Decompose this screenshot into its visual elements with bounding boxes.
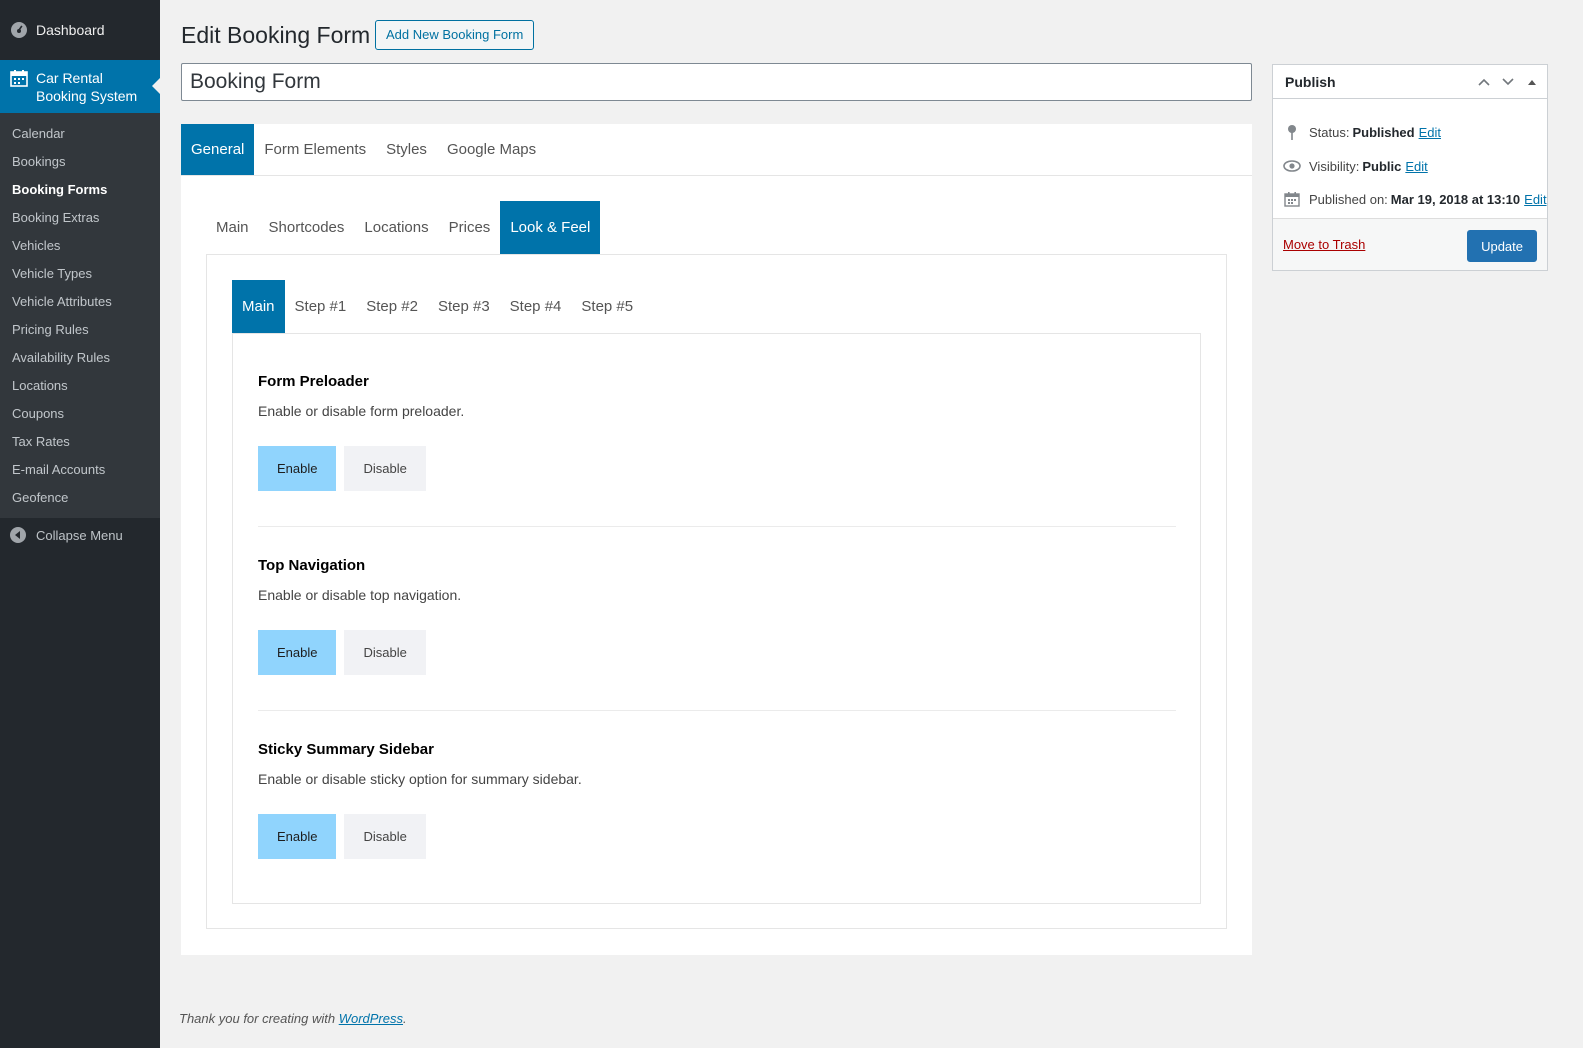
step-tab-main[interactable]: Main xyxy=(232,280,285,333)
collapse-menu-button[interactable]: Collapse Menu xyxy=(0,518,160,552)
enable-button[interactable]: Enable xyxy=(258,446,337,491)
enable-button[interactable]: Enable xyxy=(258,814,337,859)
published-value: Mar 19, 2018 at 13:10 xyxy=(1390,191,1521,207)
menu-item-dashboard[interactable]: Dashboard xyxy=(0,0,160,60)
step-tab-2[interactable]: Step #2 xyxy=(356,280,428,333)
look-and-feel-tabs: Main Step #1 Step #2 Step #3 Step #4 Ste… xyxy=(232,280,643,333)
pin-icon xyxy=(1283,123,1301,141)
subtab-look-and-feel[interactable]: Look & Feel xyxy=(500,201,601,254)
admin-footer: Thank you for creating with WordPress. xyxy=(179,1011,407,1026)
wordpress-link[interactable]: WordPress xyxy=(339,1011,403,1026)
status-label: Status: xyxy=(1309,124,1350,140)
status-edit-link[interactable]: Edit xyxy=(1419,125,1441,140)
submenu-item-coupons[interactable]: Coupons xyxy=(0,400,160,428)
tab-styles[interactable]: Styles xyxy=(376,124,437,175)
submenu-item-tax-rates[interactable]: Tax Rates xyxy=(0,428,160,456)
footer-end: . xyxy=(403,1011,407,1026)
submenu-item-pricing-rules[interactable]: Pricing Rules xyxy=(0,316,160,344)
option-top-navigation: Top Navigation Enable or disable top nav… xyxy=(258,556,1176,675)
collapse-arrow-icon xyxy=(10,527,26,543)
step-tab-4[interactable]: Step #4 xyxy=(500,280,572,333)
visibility-value: Public xyxy=(1362,158,1402,174)
footer-text: Thank you for creating with xyxy=(179,1011,339,1026)
option-title: Sticky Summary Sidebar xyxy=(258,741,434,758)
menu-item-car-rental[interactable]: Car Rental Booking System xyxy=(0,60,160,113)
post-title-input[interactable] xyxy=(181,63,1252,101)
option-title: Top Navigation xyxy=(258,557,366,574)
submenu-item-booking-extras[interactable]: Booking Extras xyxy=(0,204,160,232)
disable-button[interactable]: Disable xyxy=(344,446,426,491)
calendar-icon xyxy=(1283,190,1301,208)
step-tab-1[interactable]: Step #1 xyxy=(285,280,357,333)
main-options-box: Form Preloader Enable or disable form pr… xyxy=(232,333,1201,904)
visibility-edit-link[interactable]: Edit xyxy=(1405,159,1427,174)
update-button[interactable]: Update xyxy=(1467,230,1537,262)
tab-general[interactable]: General xyxy=(181,124,255,175)
menu-label-dashboard: Dashboard xyxy=(36,22,105,38)
submenu-item-geofence[interactable]: Geofence xyxy=(0,484,160,512)
disable-button[interactable]: Disable xyxy=(344,630,426,675)
chevron-down-icon[interactable] xyxy=(1499,73,1517,91)
subtab-shortcodes[interactable]: Shortcodes xyxy=(259,201,355,254)
submenu-item-booking-forms[interactable]: Booking Forms xyxy=(0,176,160,204)
collapse-menu-label: Collapse Menu xyxy=(36,527,123,543)
publish-controls xyxy=(1475,73,1541,91)
calendar-icon xyxy=(10,69,28,87)
option-description: Enable or disable form preloader. xyxy=(258,403,465,419)
divider xyxy=(258,526,1176,527)
publish-box: Publish Status: Published Edit Visibilit… xyxy=(1272,64,1548,271)
toggle-group: Enable Disable xyxy=(258,446,1176,491)
add-new-booking-form-button[interactable]: Add New Booking Form xyxy=(375,20,535,50)
status-value: Published xyxy=(1352,124,1415,140)
toggle-group: Enable Disable xyxy=(258,630,1176,675)
toggle-triangle-icon[interactable] xyxy=(1523,73,1541,91)
tab-form-elements[interactable]: Form Elements xyxy=(254,124,376,175)
published-edit-link[interactable]: Edit xyxy=(1524,192,1546,207)
subtab-locations[interactable]: Locations xyxy=(354,201,438,254)
general-subtabs: Main Shortcodes Locations Prices Look & … xyxy=(206,201,601,254)
visibility-label: Visibility: xyxy=(1309,158,1360,174)
option-title: Form Preloader xyxy=(258,373,369,390)
submenu-item-email-accounts[interactable]: E-mail Accounts xyxy=(0,456,160,484)
step-tab-3[interactable]: Step #3 xyxy=(428,280,500,333)
booking-form-settings-panel: General Form Elements Styles Google Maps… xyxy=(181,124,1252,955)
chevron-up-icon[interactable] xyxy=(1475,73,1493,91)
publish-title: Publish xyxy=(1285,73,1336,90)
submenu: Calendar Bookings Booking Forms Booking … xyxy=(0,113,160,518)
menu-label-plugin-line2: Booking System xyxy=(36,88,138,104)
tab-google-maps[interactable]: Google Maps xyxy=(437,124,546,175)
step-tab-5[interactable]: Step #5 xyxy=(571,280,643,333)
page-title: Edit Booking Form xyxy=(181,22,371,48)
option-description: Enable or disable top navigation. xyxy=(258,587,462,603)
publish-header[interactable]: Publish xyxy=(1273,65,1547,99)
toggle-group: Enable Disable xyxy=(258,814,1176,859)
admin-sidebar: Dashboard Car Rental Booking System Cale… xyxy=(0,0,160,1048)
submenu-item-calendar[interactable]: Calendar xyxy=(0,120,160,148)
menu-label-plugin-line1: Car Rental xyxy=(36,70,103,86)
dashboard-icon xyxy=(10,21,28,39)
status-row: Status: Published Edit xyxy=(1273,122,1441,142)
enable-button[interactable]: Enable xyxy=(258,630,337,675)
eye-icon xyxy=(1283,157,1301,175)
submenu-item-vehicle-attributes[interactable]: Vehicle Attributes xyxy=(0,288,160,316)
option-form-preloader: Form Preloader Enable or disable form pr… xyxy=(258,372,1176,491)
visibility-row: Visibility: Public Edit xyxy=(1273,156,1428,176)
disable-button[interactable]: Disable xyxy=(344,814,426,859)
submenu-item-availability-rules[interactable]: Availability Rules xyxy=(0,344,160,372)
published-on-row: Published on: Mar 19, 2018 at 13:10 Edit xyxy=(1273,189,1547,209)
submenu-item-vehicles[interactable]: Vehicles xyxy=(0,232,160,260)
published-label: Published on: xyxy=(1309,191,1388,207)
top-tabs: General Form Elements Styles Google Maps xyxy=(181,124,1252,176)
submenu-item-locations[interactable]: Locations xyxy=(0,372,160,400)
submenu-item-bookings[interactable]: Bookings xyxy=(0,148,160,176)
option-description: Enable or disable sticky option for summ… xyxy=(258,771,582,787)
publish-actions: Move to Trash Update xyxy=(1273,218,1547,270)
divider xyxy=(258,710,1176,711)
move-to-trash-link[interactable]: Move to Trash xyxy=(1283,237,1365,252)
submenu-item-vehicle-types[interactable]: Vehicle Types xyxy=(0,260,160,288)
look-and-feel-box: Main Step #1 Step #2 Step #3 Step #4 Ste… xyxy=(206,254,1227,929)
subtab-main[interactable]: Main xyxy=(206,201,259,254)
option-sticky-summary-sidebar: Sticky Summary Sidebar Enable or disable… xyxy=(258,740,1176,859)
subtab-prices[interactable]: Prices xyxy=(439,201,501,254)
